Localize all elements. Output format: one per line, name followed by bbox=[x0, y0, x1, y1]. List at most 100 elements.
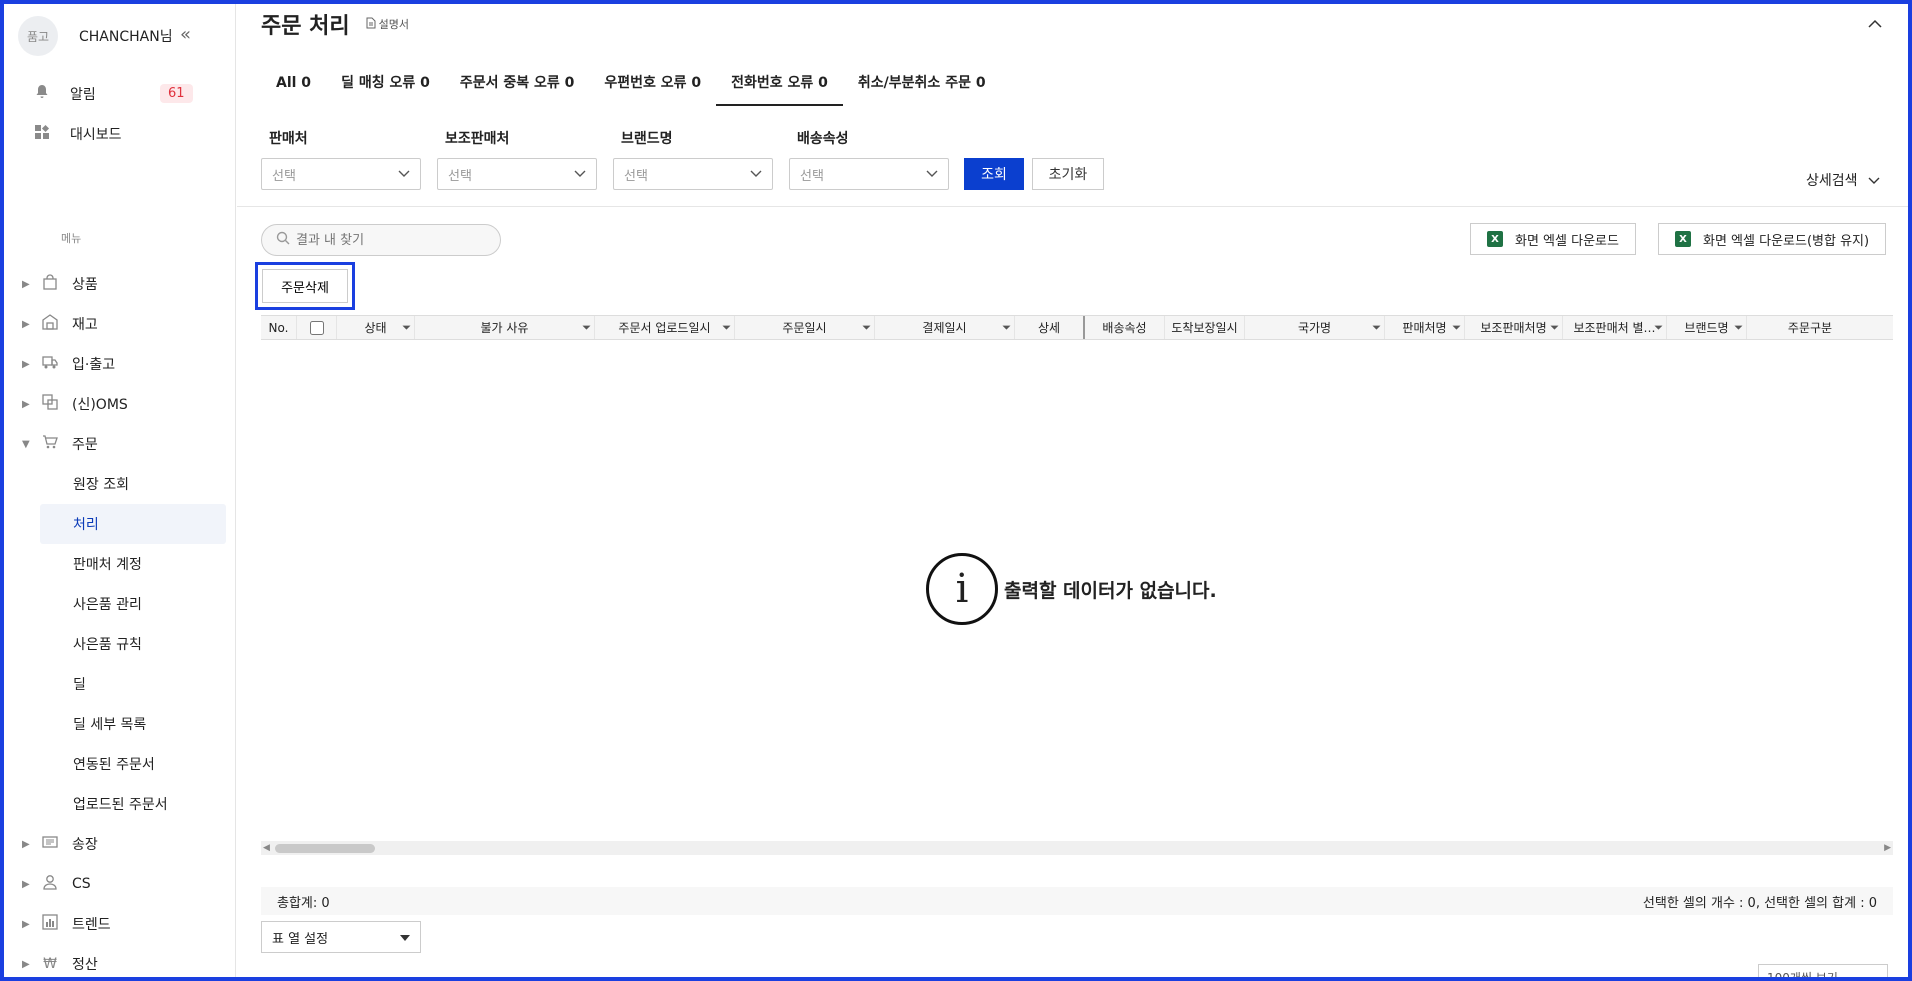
filter-icon[interactable]: ⏷ bbox=[1654, 321, 1663, 335]
sidebar-item-label: 알림 bbox=[70, 87, 96, 103]
sidebar-subitem-processing[interactable]: 처리 bbox=[40, 504, 226, 544]
sidebar-subitem-ledger[interactable]: 원장 조회 bbox=[4, 464, 235, 504]
filter-seller: 판매처 선택 bbox=[261, 128, 437, 190]
sidebar-item-inventory[interactable]: ▶ 재고 bbox=[4, 304, 235, 344]
filter-icon[interactable]: ⏷ bbox=[862, 321, 871, 335]
tab-zipcode-error[interactable]: 우편번호 오류 0 bbox=[589, 66, 716, 106]
chart-icon bbox=[40, 914, 60, 934]
filter-label: 브랜드명 bbox=[621, 131, 673, 147]
brand-select[interactable]: 선택 bbox=[613, 158, 773, 190]
column-header-no[interactable]: No. bbox=[261, 316, 297, 339]
select-all-checkbox[interactable] bbox=[309, 320, 324, 335]
sidebar-subitem-deal[interactable]: 딜 bbox=[4, 664, 235, 704]
chevron-down-icon bbox=[574, 167, 586, 182]
tab-all[interactable]: All 0 bbox=[261, 66, 326, 106]
avatar[interactable]: 품고 bbox=[18, 16, 58, 56]
page-size-select[interactable]: 100개씩 보기 bbox=[1758, 964, 1888, 981]
column-header-order-type[interactable]: 주문구분 bbox=[1747, 316, 1873, 339]
column-setting-label: 표 열 설정 bbox=[272, 931, 329, 947]
truck-icon bbox=[40, 354, 60, 374]
menu-section-label: 메뉴 bbox=[61, 232, 82, 245]
page-title: 주문 처리 bbox=[261, 14, 350, 39]
result-search-box[interactable] bbox=[261, 224, 501, 256]
excel-download-button[interactable]: X 화면 엑셀 다운로드 bbox=[1470, 223, 1636, 255]
tab-phone-error[interactable]: 전화번호 오류 0 bbox=[716, 66, 843, 106]
sidebar-item-oms[interactable]: ▶ (신)OMS bbox=[4, 384, 235, 424]
sub-seller-select[interactable]: 선택 bbox=[437, 158, 597, 190]
column-header-sub-seller[interactable]: 보조판매처명 ⏷ bbox=[1465, 316, 1563, 339]
horizontal-scrollbar[interactable]: ◀ ▶ bbox=[261, 841, 1893, 855]
column-header-sub-seller-alias[interactable]: 보조판매처 별… ⏷ bbox=[1563, 316, 1667, 339]
column-header-seller[interactable]: 판매처명 ⏷ bbox=[1385, 316, 1465, 339]
notification-count-badge: 61 bbox=[160, 84, 193, 103]
shipping-select[interactable]: 선택 bbox=[789, 158, 949, 190]
seller-select[interactable]: 선택 bbox=[261, 158, 421, 190]
sidebar-item-notifications[interactable]: 알림 bbox=[31, 80, 96, 108]
column-header-shipping[interactable]: 배송속성 bbox=[1085, 316, 1165, 339]
sidebar-subitem-seller-account[interactable]: 판매처 계정 bbox=[4, 544, 235, 584]
column-header-brand[interactable]: 브랜드명 ⏷ bbox=[1667, 316, 1747, 339]
sidebar-item-orders[interactable]: ▼ 주문 bbox=[4, 424, 235, 464]
sidebar-subitem-gift-management[interactable]: 사은품 관리 bbox=[4, 584, 235, 624]
sidebar-item-inout[interactable]: ▶ 입·출고 bbox=[4, 344, 235, 384]
collapse-panel-icon[interactable] bbox=[1868, 14, 1882, 33]
filter-icon[interactable]: ⏷ bbox=[1452, 321, 1461, 335]
filter-icon[interactable]: ⏷ bbox=[402, 321, 411, 335]
select-value: 선택 bbox=[448, 168, 472, 184]
column-setting-select[interactable]: 표 열 설정 bbox=[261, 921, 421, 953]
filter-icon[interactable]: ⏷ bbox=[1550, 321, 1559, 335]
sidebar-item-label: 주문 bbox=[72, 437, 98, 453]
filter-icon[interactable]: ⏷ bbox=[1372, 321, 1381, 335]
sidebar-subitem-gift-rules[interactable]: 사은품 규칙 bbox=[4, 624, 235, 664]
sidebar-subitem-linked-orders[interactable]: 연동된 주문서 bbox=[4, 744, 235, 784]
tab-cancel-orders[interactable]: 취소/부분취소 주문 0 bbox=[843, 66, 1001, 106]
column-label: 국가명 bbox=[1297, 321, 1332, 335]
manual-link[interactable]: 설명서 bbox=[366, 16, 409, 32]
column-header-status[interactable]: 상태 ⏷ bbox=[337, 316, 415, 339]
scroll-thumb[interactable] bbox=[275, 844, 375, 853]
filter-brand: 브랜드명 선택 bbox=[613, 128, 789, 190]
search-icon bbox=[276, 231, 290, 249]
column-header-upload-date[interactable]: 주문서 업로드일시 ⏷ bbox=[595, 316, 735, 339]
tab-duplicate-order-error[interactable]: 주문서 중복 오류 0 bbox=[445, 66, 590, 106]
reset-button[interactable]: 초기화 bbox=[1032, 158, 1104, 190]
column-label: 불가 사유 bbox=[480, 321, 529, 335]
sidebar-item-products[interactable]: ▶ 상품 bbox=[4, 264, 235, 304]
tab-deal-matching-error[interactable]: 딜 매칭 오류 0 bbox=[326, 66, 445, 106]
column-header-arrival-date[interactable]: 도착보장일시 bbox=[1165, 316, 1245, 339]
search-button[interactable]: 조회 bbox=[964, 158, 1024, 190]
search-input[interactable] bbox=[296, 232, 476, 248]
detail-search-toggle[interactable]: 상세검색 bbox=[1806, 170, 1880, 190]
scroll-right-icon[interactable]: ▶ bbox=[1884, 841, 1891, 855]
detail-search-label: 상세검색 bbox=[1806, 173, 1858, 189]
title-row: 주문 처리 설명서 bbox=[261, 8, 409, 40]
column-label: 상태 bbox=[364, 321, 387, 335]
collapse-arrow-icon: ▼ bbox=[22, 438, 30, 450]
sidebar-item-cs[interactable]: ▶ CS bbox=[4, 864, 235, 904]
excel-download-merge-button[interactable]: X 화면 엑셀 다운로드(병합 유지) bbox=[1658, 223, 1887, 255]
filter-icon[interactable]: ⏷ bbox=[722, 321, 731, 335]
sidebar-item-invoice[interactable]: ▶ 송장 bbox=[4, 824, 235, 864]
scroll-left-icon[interactable]: ◀ bbox=[263, 841, 270, 855]
sidebar-item-label: 대시보드 bbox=[70, 127, 122, 143]
filter-icon[interactable]: ⏷ bbox=[1002, 321, 1011, 335]
select-value: 선택 bbox=[624, 168, 648, 184]
delete-order-button[interactable]: 주문삭제 bbox=[262, 269, 348, 303]
column-header-reason[interactable]: 불가 사유 ⏷ bbox=[415, 316, 595, 339]
column-header-order-date[interactable]: 주문일시 ⏷ bbox=[735, 316, 875, 339]
sidebar-item-label: 입·출고 bbox=[72, 357, 116, 373]
sidebar-item-dashboard[interactable]: 대시보드 bbox=[31, 120, 122, 148]
sidebar-subitem-uploaded-orders[interactable]: 업로드된 주문서 bbox=[4, 784, 235, 824]
total-sum: 총합계: 0 bbox=[277, 895, 330, 911]
filter-icon[interactable]: ⏷ bbox=[1734, 321, 1743, 335]
sidebar-subitem-deal-details[interactable]: 딜 세부 목록 bbox=[4, 704, 235, 744]
sidebar-item-settlement[interactable]: ▶ ₩ 정산 bbox=[4, 944, 235, 977]
column-header-payment-date[interactable]: 결제일시 ⏷ bbox=[875, 316, 1015, 339]
grid-header: No. 상태 ⏷ 불가 사유 ⏷ 주문서 업로드일시 ⏷ 주문일시 ⏷ 결제일시 ⏷ 상세… bbox=[261, 315, 1893, 340]
filter-icon[interactable]: ⏷ bbox=[582, 321, 591, 335]
sidebar-item-trend[interactable]: ▶ 트렌드 bbox=[4, 904, 235, 944]
collapse-sidebar-icon[interactable]: « bbox=[180, 24, 191, 45]
column-header-country[interactable]: 국가명 ⏷ bbox=[1245, 316, 1385, 339]
sidebar-menu: ▶ 상품 ▶ 재고 ▶ 입·출고 ▶ (신)OMS ▼ 주문 원장 조회 처리 … bbox=[4, 264, 235, 977]
column-header-detail[interactable]: 상세 bbox=[1015, 316, 1085, 339]
